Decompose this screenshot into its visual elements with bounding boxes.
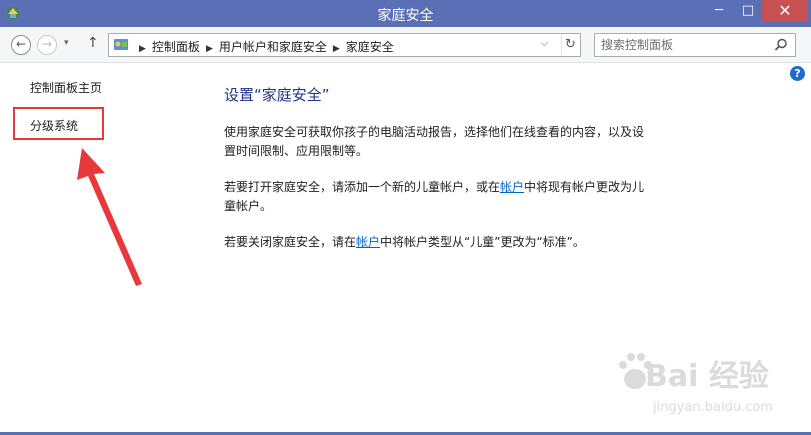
breadcrumb-separator-icon[interactable]: ▶ [333, 44, 340, 54]
forward-button[interactable]: → [37, 35, 57, 55]
search-input[interactable] [601, 37, 766, 53]
breadcrumb-family-safety[interactable]: 家庭安全 [346, 40, 394, 54]
up-button[interactable]: ↑ [87, 35, 99, 51]
annotation-highlight-box [13, 107, 104, 140]
disable-instructions: 若要关闭家庭安全，请在帐户中将帐户类型从“儿童”更改为“标准”。 [224, 235, 585, 249]
search-icon[interactable] [773, 37, 789, 53]
watermark-brand: Bai 经验 [645, 359, 769, 394]
description-paragraph: 使用家庭安全可获取你孩子的电脑活动报告，选择他们在线查看的内容，以及设置时间限制… [224, 125, 645, 158]
breadcrumb-separator-icon[interactable]: ▶ [139, 44, 146, 54]
page-title: 设置“家庭安全” [224, 86, 330, 104]
breadcrumb-separator-icon[interactable]: ▶ [206, 44, 213, 54]
title-bar: 家庭安全 ─ □ ✕ [0, 0, 811, 27]
maximize-button[interactable]: □ [734, 0, 762, 21]
control-panel-icon [114, 39, 128, 50]
accounts-link[interactable]: 帐户 [500, 180, 524, 194]
window-title: 家庭安全 [377, 8, 434, 24]
search-box[interactable] [594, 33, 796, 57]
navigation-bar: ← → ▾ ↑ ▶ 控制面板 ▶ 用户帐户和家庭安全 ▶ 家庭安全 ⌵ ↻ [0, 27, 811, 63]
main-content: 设置“家庭安全” 使用家庭安全可获取你孩子的电脑活动报告，选择他们在线查看的内容… [224, 84, 654, 269]
baidu-watermark-logo: Bai 经验 jingyan.baidu.com [615, 345, 805, 425]
help-icon[interactable]: ? [790, 66, 805, 81]
address-bar[interactable]: ▶ 控制面板 ▶ 用户帐户和家庭安全 ▶ 家庭安全 ⌵ ↻ [108, 33, 581, 57]
back-button[interactable]: ← [11, 35, 31, 55]
minimize-button[interactable]: ─ [705, 0, 733, 21]
close-button[interactable]: ✕ [762, 0, 808, 21]
refresh-button[interactable]: ↻ [561, 35, 579, 55]
breadcrumb-user-accounts[interactable]: 用户帐户和家庭安全 [219, 40, 327, 54]
breadcrumb-control-panel[interactable]: 控制面板 [152, 40, 200, 54]
enable-instructions: 若要打开家庭安全，请添加一个新的儿童帐户，或在帐户中将现有帐户更改为儿童帐户。 [224, 180, 645, 213]
sidebar-item-control-panel-home[interactable]: 控制面板主页 [30, 79, 102, 96]
accounts-link[interactable]: 帐户 [356, 235, 380, 249]
breadcrumb: ▶ 控制面板 ▶ 用户帐户和家庭安全 ▶ 家庭安全 [133, 38, 394, 55]
watermark-url: jingyan.baidu.com [653, 400, 773, 415]
address-history-dropdown-icon[interactable]: ⌵ [541, 39, 548, 49]
recent-pages-dropdown[interactable]: ▾ [64, 38, 69, 48]
